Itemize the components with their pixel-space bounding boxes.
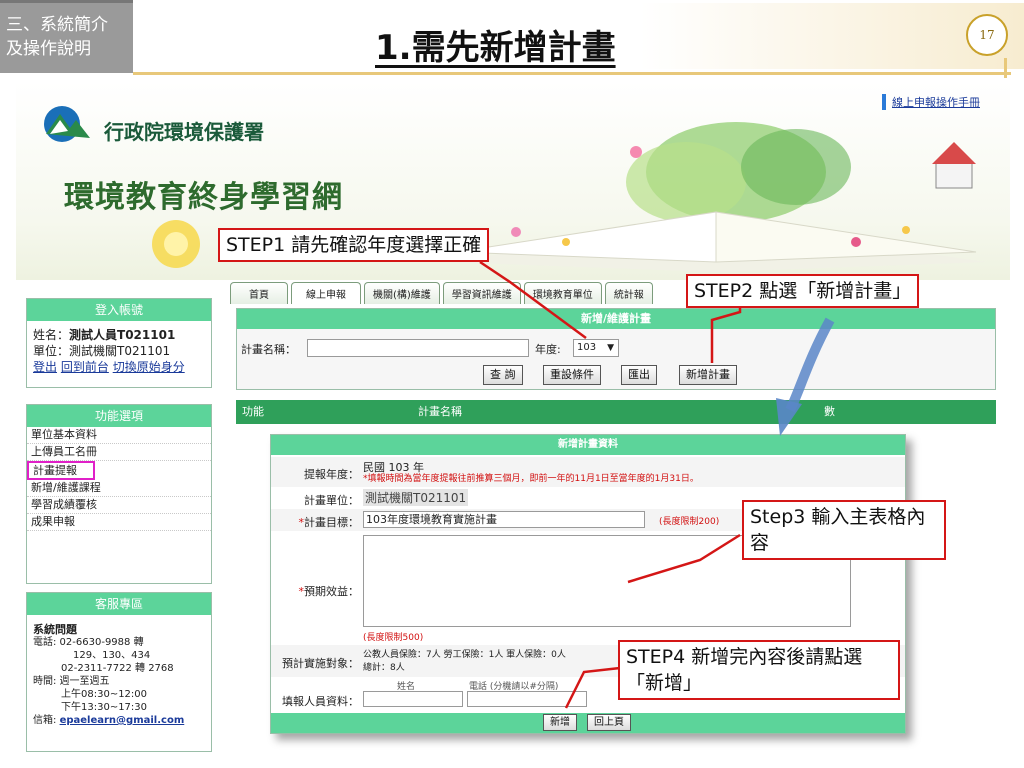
service-email-link[interactable]: epaelearn@gmail.com [60, 715, 185, 726]
section-tag-line2: 及操作說明 [6, 39, 91, 59]
login-panel-header: 登入帳號 [27, 299, 211, 321]
tab-home[interactable]: 首頁 [230, 282, 288, 304]
goal-limit: (長度限制200) [659, 517, 720, 527]
section-tag: 三、系統簡介 及操作說明 [0, 3, 133, 73]
callout-step1: STEP1 請先確認年度選擇正確 [218, 228, 490, 262]
tab-org-maintenance[interactable]: 機關(構)維護 [364, 282, 440, 304]
export-button[interactable]: 匯出 [621, 365, 657, 385]
function-menu-header: 功能選項 [27, 405, 211, 427]
form-filler-label: 填報人員資料： [282, 695, 359, 708]
form-unit-value: 測試機關T021101 [363, 489, 469, 506]
tab-env-edu-unit[interactable]: 環境教育單位 [523, 282, 602, 304]
switch-identity-link[interactable]: 切換原始身分 [113, 360, 185, 374]
submit-button[interactable]: 新增 [543, 714, 577, 731]
form-year-note: *填報時間為當年度提報往前推算三個月，即前一年的11月1日至當年度的1月31日。 [363, 474, 699, 484]
chevron-down-icon: ▼ [607, 343, 614, 353]
function-menu: 功能選項 單位基本資料 上傳員工名冊 計畫提報 新增/維護課程 學習成績覆核 成… [26, 404, 212, 584]
col-function: 功能 [242, 405, 264, 418]
form-goal-label: 計畫目標： [304, 516, 359, 529]
service-title: 系統問題 [33, 623, 77, 636]
dialog-footer: 新增 回上頁 [271, 713, 905, 733]
page-number: 17 [966, 14, 1008, 56]
flower-icon [152, 220, 200, 268]
epa-logo-icon [44, 106, 90, 142]
callout-step3: Step3 輸入主表格內容 [742, 500, 946, 560]
menu-item-result-report[interactable]: 成果申報 [27, 514, 211, 531]
target-line2: 總計：8人 [363, 663, 405, 673]
user-unit: 測試機關T021101 [69, 344, 171, 358]
plan-name-label: 計畫名稱： [241, 343, 296, 356]
back-button[interactable]: 回上頁 [587, 714, 631, 731]
col-count: 數 [824, 405, 835, 418]
org-name: 行政院環境保護署 [104, 120, 264, 144]
reset-button[interactable]: 重設條件 [543, 365, 601, 385]
service-panel: 客服專區 系統問題 電話: 02-6630-9988 轉 129、130、434… [26, 592, 212, 752]
filler-phone-input[interactable] [467, 691, 587, 707]
tab-statistics[interactable]: 統計報 [604, 282, 653, 304]
logout-link[interactable]: 登出 [33, 360, 57, 374]
callout-step4: STEP4 新增完內容後請點選「新增」 [618, 640, 900, 700]
service-ext: 129、130、434 [73, 650, 151, 661]
service-phone: 電話: 02-6630-9988 轉 [33, 637, 144, 648]
target-line1: 公教人員保險：7人 勞工保險：1人 軍人保險：0人 [363, 650, 566, 660]
menu-item-courses[interactable]: 新增/維護課程 [27, 480, 211, 497]
goal-input[interactable]: 103年度環境教育實施計畫 [363, 511, 645, 528]
form-benefit-label: 預期效益： [304, 585, 359, 598]
menu-item-grade-review[interactable]: 學習成績覆核 [27, 497, 211, 514]
user-name: 測試人員T021101 [69, 328, 176, 342]
slide-title: 1.需先新增計畫 [375, 28, 616, 68]
dialog-header: 新增計畫資料 [271, 435, 905, 455]
form-goal-label-wrap: *計畫目標： [299, 514, 360, 530]
service-hours-am: 上午08:30~12:00 [61, 689, 148, 700]
year-select-value: 103 [577, 342, 597, 353]
section-tag-line1: 三、系統簡介 [6, 15, 108, 35]
header-divider [133, 72, 1011, 75]
site-name: 環境教育終身學習網 [64, 180, 343, 215]
form-benefit-label-wrap: *預期效益： [299, 583, 360, 599]
form-unit-label: 計畫單位： [304, 494, 359, 507]
tab-learning-info[interactable]: 學習資訊維護 [442, 282, 521, 304]
menu-item-plan-report[interactable]: 計畫提報 [27, 461, 95, 480]
service-hours-pm: 下午13:30~17:30 [61, 702, 148, 713]
tab-online-report[interactable]: 線上申報 [291, 282, 361, 304]
filler-name-input[interactable] [363, 691, 463, 707]
header-divider-tick [1004, 58, 1007, 78]
back-to-front-link[interactable]: 回到前台 [61, 360, 109, 374]
plan-search-panel: 新增/維護計畫 計畫名稱： 年度: 103 ▼ 查 詢 重設條件 匯出 新增計畫 [236, 308, 996, 390]
plan-name-input[interactable] [307, 339, 529, 357]
form-year-label: 提報年度： [304, 468, 359, 481]
year-row: 提報年度： 民國 103 年 *填報時間為當年度提報往前推算三個月，即前一年的1… [271, 457, 905, 487]
service-phone2: 02-2311-7722 轉 2768 [61, 663, 174, 674]
query-button[interactable]: 查 詢 [483, 365, 523, 385]
year-label: 年度: [535, 343, 561, 356]
year-select[interactable]: 103 ▼ [573, 339, 619, 357]
unit-label: 單位： [33, 344, 70, 358]
service-panel-header: 客服專區 [27, 593, 211, 615]
service-hours-label: 時間: 週一至週五 [33, 676, 110, 687]
service-email-label: 信箱: [33, 715, 60, 726]
manual-link[interactable]: 線上申報操作手冊 [882, 94, 980, 110]
book-illustration-icon [446, 122, 986, 272]
login-panel: 登入帳號 姓名：測試人員T021101 單位：測試機關T021101 登出 回到… [26, 298, 212, 388]
menu-item-upload-roster[interactable]: 上傳員工名冊 [27, 444, 211, 461]
main-nav-tabs: 首頁 線上申報 機關(構)維護 學習資訊維護 環境教育單位 統計報 [230, 282, 653, 304]
callout-step2: STEP2 點選「新增計畫」 [686, 274, 920, 308]
results-header: 功能 計畫名稱 數 [236, 400, 996, 424]
search-panel-header: 新增/維護計畫 [237, 309, 995, 329]
add-plan-button[interactable]: 新增計畫 [679, 365, 737, 385]
menu-item-unit-info[interactable]: 單位基本資料 [27, 427, 211, 444]
col-plan-name: 計畫名稱 [418, 405, 462, 418]
site-banner: 行政院環境保護署 環境教育終身學習網 線上申報操作手冊 [16, 82, 1010, 280]
benefit-limit: (長度限制500) [363, 633, 424, 643]
form-target-label: 預計實施對象： [282, 657, 359, 670]
name-label: 姓名： [33, 328, 70, 342]
